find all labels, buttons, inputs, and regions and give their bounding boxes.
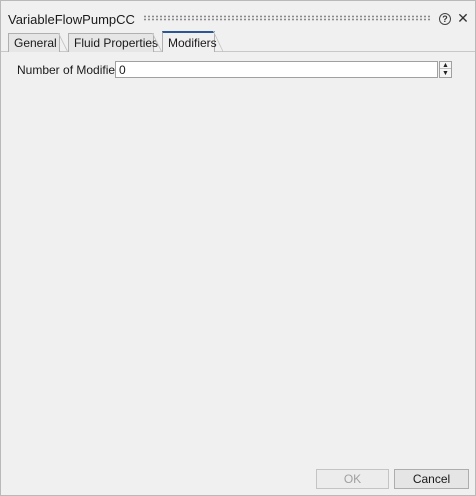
number-of-modifiers-input[interactable] bbox=[115, 61, 438, 78]
tab-general[interactable]: General bbox=[8, 33, 68, 53]
window-title: VariableFlowPumpCC bbox=[8, 12, 135, 27]
dialog-window: VariableFlowPumpCC ? ✕ General Fluid Pro… bbox=[0, 0, 476, 496]
tab-content-modifiers bbox=[1, 52, 475, 460]
ok-button[interactable]: OK bbox=[316, 469, 389, 489]
tab-label: General bbox=[14, 36, 57, 50]
drag-grip-icon[interactable] bbox=[143, 15, 431, 21]
number-of-modifiers-spinner[interactable]: ▲ ▼ bbox=[439, 61, 452, 78]
cancel-button[interactable]: Cancel bbox=[394, 469, 469, 489]
title-bar[interactable]: VariableFlowPumpCC ? ✕ bbox=[1, 1, 475, 34]
close-icon[interactable]: ✕ bbox=[456, 10, 470, 26]
tab-label: Fluid Properties bbox=[74, 36, 159, 50]
number-of-modifiers-label: Number of Modifiers bbox=[17, 63, 126, 77]
tab-modifiers[interactable]: Modifiers bbox=[162, 31, 223, 52]
help-icon[interactable]: ? bbox=[439, 13, 451, 25]
spin-up-icon[interactable]: ▲ bbox=[440, 62, 451, 69]
tab-label: Modifiers bbox=[168, 36, 217, 50]
tab-fluid-properties[interactable]: Fluid Properties bbox=[68, 33, 162, 53]
spin-down-icon[interactable]: ▼ bbox=[440, 70, 451, 77]
